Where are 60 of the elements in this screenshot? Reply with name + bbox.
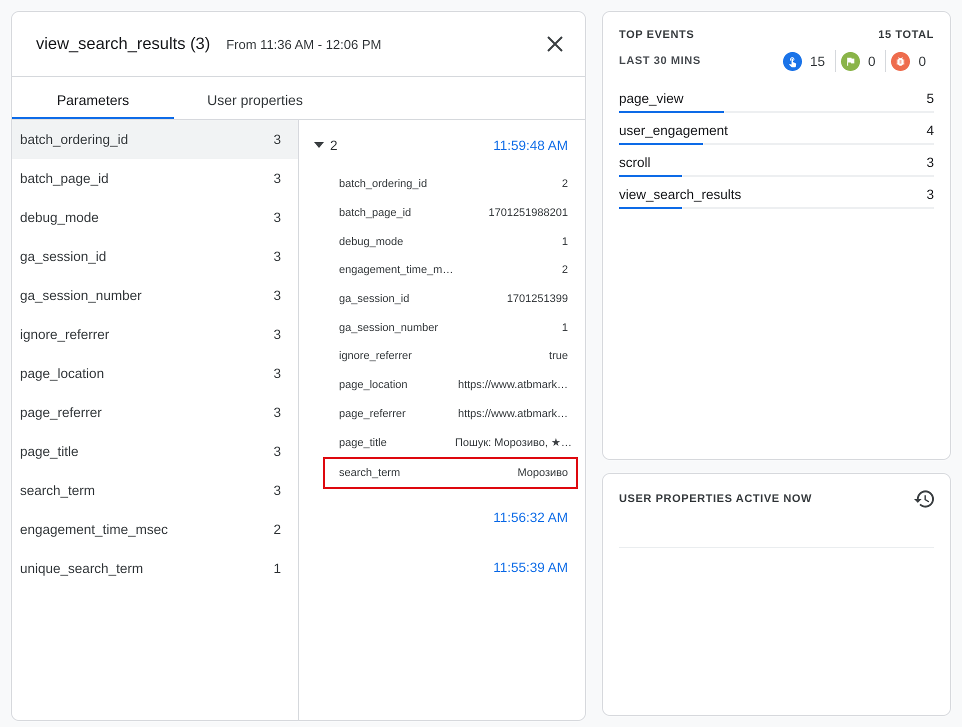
- close-icon: [547, 36, 563, 52]
- event-name[interactable]: view_search_results: [619, 185, 742, 205]
- total-count: 15 TOTAL: [878, 28, 934, 42]
- parameter-list-item[interactable]: page_title 3: [12, 432, 298, 471]
- parameter-value: https://www.atbmark…: [458, 408, 568, 420]
- parameter-list-item[interactable]: page_location 3: [12, 354, 298, 393]
- parameter-list-item[interactable]: ga_session_id 3: [12, 237, 298, 276]
- parameter-list-item[interactable]: ignore_referrer 3: [12, 315, 298, 354]
- event-count: 3: [926, 186, 934, 204]
- parameter-value: true: [549, 350, 568, 362]
- parameter-value: 1701251988201: [488, 207, 568, 220]
- parameter-key: engagement_time_m…: [339, 264, 454, 276]
- time-range: From 11:36 AM - 12:06 PM: [226, 36, 382, 52]
- tab[interactable]: User properties: [174, 77, 336, 119]
- parameter-key: ga_session_number: [339, 322, 451, 334]
- event-count: 2: [330, 138, 338, 152]
- parameter-list-item[interactable]: engagement_time_msec 2: [12, 510, 298, 549]
- parameter-list-item[interactable]: batch_ordering_id 3: [12, 120, 298, 159]
- parameter-key: page_location: [339, 379, 451, 392]
- event-count: 3: [926, 154, 934, 172]
- event-time[interactable]: 11:59:48 AM: [493, 138, 568, 152]
- parameter-key: batch_page_id: [339, 207, 451, 220]
- history-icon[interactable]: [914, 489, 934, 509]
- parameter-key: ignore_referrer: [339, 350, 451, 362]
- event-count: 5: [926, 90, 934, 108]
- event-name[interactable]: user_engagement: [619, 121, 728, 141]
- parameter-key: batch_ordering_id: [339, 178, 451, 190]
- event-name[interactable]: scroll: [619, 153, 651, 173]
- parameter-value: 1: [562, 322, 568, 334]
- section-title: TOP EVENTS: [619, 28, 694, 42]
- event-title: view_search_results (3): [36, 34, 210, 54]
- parameter-list-item[interactable]: debug_mode 3: [12, 198, 298, 237]
- caret-down-icon[interactable]: [314, 142, 324, 148]
- parameter-value: 1: [562, 236, 568, 248]
- parameter-value: 1701251399: [506, 293, 568, 306]
- counter-value: 0: [868, 54, 876, 68]
- close-button[interactable]: [547, 36, 563, 52]
- parameter-list-item[interactable]: batch_page_id 3: [12, 159, 298, 198]
- parameter-value: 2: [562, 264, 568, 276]
- parameter-list-item[interactable]: ga_session_number 3: [12, 276, 298, 315]
- parameter-key: page_title: [339, 436, 451, 449]
- event-count: 4: [926, 122, 934, 140]
- parameter-value: 2: [562, 178, 568, 190]
- parameter-list-item[interactable]: search_term 3: [12, 471, 298, 510]
- parameter-value: Пошук: Морозиво, ★…: [455, 436, 572, 450]
- parameter-key: debug_mode: [339, 236, 451, 248]
- event-name[interactable]: page_view: [619, 89, 684, 109]
- parameter-list-item[interactable]: page_referrer 3: [12, 393, 298, 432]
- parameter-key: page_referrer: [339, 408, 451, 420]
- parameter-key: search_term: [339, 466, 451, 479]
- parameter-value: https://www.atbmark…: [458, 379, 568, 392]
- parameter-key: ga_session_id: [339, 293, 451, 306]
- counter-value: 0: [918, 54, 926, 68]
- counter-value: 15: [810, 54, 825, 68]
- event-time[interactable]: 11:55:39 AM: [493, 560, 568, 576]
- event-time[interactable]: 11:56:32 AM: [493, 510, 568, 526]
- parameter-list-item[interactable]: unique_search_term 1: [12, 549, 298, 588]
- time-period: LAST 30 MINS: [619, 54, 701, 68]
- parameter-value: Морозиво: [517, 466, 568, 479]
- section-title: USER PROPERTIES ACTIVE NOW: [619, 492, 812, 506]
